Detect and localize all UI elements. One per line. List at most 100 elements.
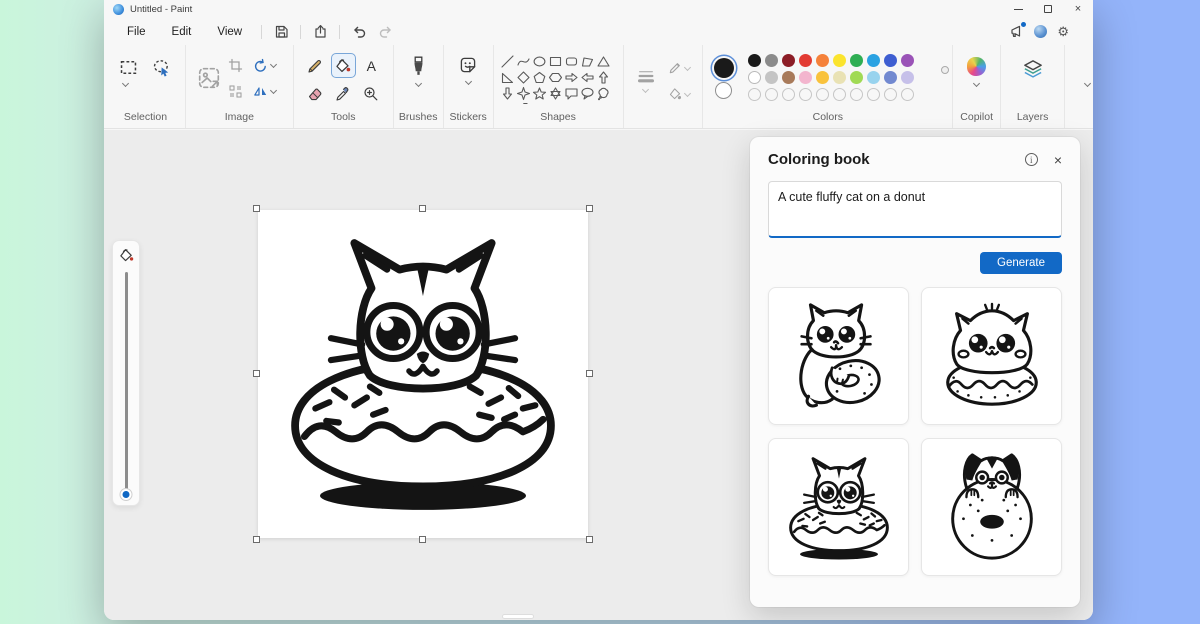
selection-handle-sw[interactable] [253,536,260,543]
feedback-button[interactable] [1009,24,1024,39]
shape-rounded-rectangle[interactable] [563,53,579,69]
shape-pentagon[interactable] [531,69,547,85]
copilot-icon[interactable] [967,57,986,76]
color-swatch[interactable] [833,54,846,67]
result-thumbnail-4[interactable] [921,438,1062,576]
maximize-button[interactable] [1033,0,1063,18]
foreground-color-well[interactable] [714,58,734,78]
resize-icon[interactable] [228,84,243,99]
shape-left-arrow[interactable] [579,69,595,85]
shape-right-arrow[interactable] [563,69,579,85]
share-button[interactable] [307,21,333,43]
prompt-input[interactable]: A cute fluffy cat on a donut [768,181,1062,238]
copilot-dropdown-chevron-icon[interactable] [973,81,980,88]
canvas[interactable] [258,210,588,538]
shape-hexagon[interactable] [547,69,563,85]
menu-view[interactable]: View [204,23,255,41]
custom-color-slot[interactable] [901,88,914,101]
shape-rectangle[interactable] [547,53,563,69]
color-swatch[interactable] [867,71,880,84]
result-thumbnail-2[interactable] [921,287,1062,425]
color-swatch[interactable] [884,71,897,84]
shape-triangle[interactable] [595,53,611,69]
color-swatch[interactable] [748,71,761,84]
shape-fill-button[interactable] [668,87,691,101]
ai-image-icon[interactable] [197,66,221,90]
shape-diamond[interactable] [515,69,531,85]
layers-icon[interactable] [1023,59,1043,79]
settings-gear-icon[interactable]: ⚙ [1057,24,1069,40]
fill-slider-thumb[interactable] [121,489,132,500]
shape-oval-callout[interactable] [579,85,595,101]
color-swatch[interactable] [884,54,897,67]
title-bar[interactable]: Untitled - Paint × [104,0,1093,18]
shape-heart[interactable] [499,101,515,104]
custom-color-slot[interactable] [884,88,897,101]
color-swatch[interactable] [765,71,778,84]
rotate-button[interactable] [253,58,277,73]
color-swatch[interactable] [765,54,778,67]
shape-five-point-star[interactable] [531,85,547,101]
shape-right-triangle[interactable] [499,69,515,85]
color-swatch[interactable] [901,71,914,84]
line-size-button[interactable] [637,68,655,94]
crop-icon[interactable] [228,58,243,73]
custom-color-slot[interactable] [799,88,812,101]
save-button[interactable] [268,21,294,43]
selection-dropdown-chevron-icon[interactable] [122,81,129,88]
color-swatch[interactable] [816,54,829,67]
color-swatch[interactable] [799,71,812,84]
result-thumbnail-3[interactable] [768,438,909,576]
selection-handle-n[interactable] [419,205,426,212]
shape-line[interactable] [499,53,515,69]
brush-icon[interactable] [410,56,427,76]
selection-handle-se[interactable] [586,536,593,543]
generate-button[interactable]: Generate [980,252,1062,274]
shape-lightning[interactable] [515,101,531,104]
brushes-dropdown-chevron-icon[interactable] [415,81,422,88]
fill-tool-selected[interactable] [331,53,356,78]
custom-color-slot[interactable] [748,88,761,101]
shape-curve[interactable] [515,53,531,69]
color-swatch[interactable] [782,71,795,84]
edit-colors-button[interactable] [925,68,947,90]
selection-handle-w[interactable] [253,370,260,377]
menu-edit[interactable]: Edit [159,23,205,41]
custom-color-slot[interactable] [765,88,778,101]
sticker-icon[interactable] [459,56,477,74]
fill-slider-track[interactable] [125,272,128,498]
color-swatch[interactable] [748,54,761,67]
shape-four-point-star[interactable] [515,85,531,101]
custom-color-slot[interactable] [816,88,829,101]
text-tool[interactable]: A [359,53,384,78]
color-swatch[interactable] [799,54,812,67]
shape-rectangular-callout[interactable] [563,85,579,101]
copilot-globe-icon[interactable] [1034,25,1047,38]
shape-outline-button[interactable] [668,61,691,75]
shape-up-arrow[interactable] [595,69,611,85]
stickers-dropdown-chevron-icon[interactable] [465,79,472,86]
horizontal-scrollbar-thumb[interactable] [502,614,534,619]
color-swatch[interactable] [833,71,846,84]
selection-handle-e[interactable] [586,370,593,377]
custom-color-slot[interactable] [867,88,880,101]
ribbon-collapse-button[interactable] [1065,45,1091,128]
redo-button[interactable] [372,21,398,43]
color-swatch[interactable] [850,71,863,84]
shape-six-point-star[interactable] [547,85,563,101]
info-icon[interactable]: i [1025,153,1038,166]
undo-button[interactable] [346,21,372,43]
eyedropper-tool[interactable] [331,81,356,106]
color-swatch[interactable] [867,54,880,67]
color-swatch[interactable] [850,54,863,67]
eraser-tool[interactable] [303,81,328,106]
shape-down-arrow[interactable] [499,85,515,101]
custom-color-slot[interactable] [782,88,795,101]
shape-polygon[interactable] [579,53,595,69]
selection-handle-ne[interactable] [586,205,593,212]
free-select-icon[interactable] [152,58,171,77]
color-swatch[interactable] [901,54,914,67]
close-button[interactable]: × [1063,0,1093,18]
flip-button[interactable] [253,84,277,99]
minimize-button[interactable] [1003,0,1033,18]
